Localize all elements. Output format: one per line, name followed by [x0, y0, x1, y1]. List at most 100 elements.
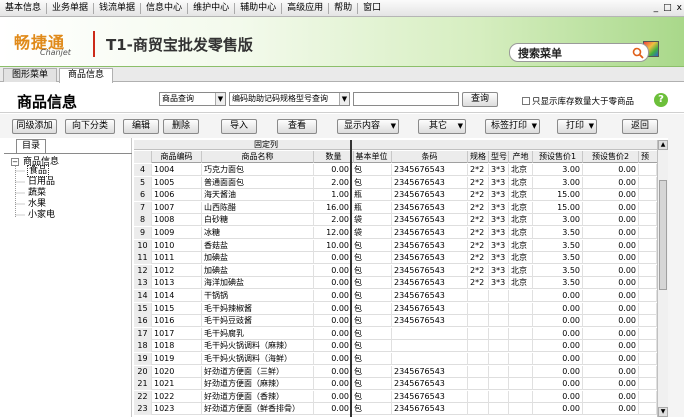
table-row[interactable]: 5 1005 普通面面包 2.00 包 2345676543 2*2 3*3 北京 3.00 0.0… — [134, 176, 657, 189]
label-print-button[interactable]: 标签打印 ▼ — [485, 119, 540, 134]
tree-item-vegetables[interactable]: 蔬菜 — [28, 188, 46, 199]
cell-code: 1009 — [152, 227, 202, 239]
add-peer-button[interactable]: 同级添加 — [12, 119, 57, 134]
cell-qty: 16.00 — [314, 201, 352, 214]
cell-p3 — [639, 390, 657, 403]
close-icon[interactable]: x — [677, 2, 682, 14]
cell-model: 3*3 — [489, 227, 509, 239]
table-row[interactable]: 6 1006 海天酱油 1.00 瓶 2345676543 2*2 3*3 北京 15.00 0.0… — [134, 189, 657, 202]
delete-button[interactable]: 删除 — [163, 119, 199, 134]
tab-product-info[interactable]: 商品信息 — [59, 68, 114, 83]
chevron-down-icon[interactable]: ▼ — [339, 93, 349, 105]
menu-basic-info[interactable]: 基本信息 — [0, 0, 46, 17]
view-button[interactable]: 查看 — [277, 119, 317, 134]
table-row[interactable]: 10 1010 香菇盐 10.00 包 2345676543 2*2 3*3 北京 3.50 0.0… — [134, 239, 657, 252]
dropdown-arrow-icon[interactable]: ▼ — [589, 120, 594, 133]
cell-name: 加碘盐 — [202, 264, 314, 277]
cell-code: 1014 — [152, 290, 202, 302]
query-mode-select[interactable]: 商品查询 ▼ — [159, 92, 226, 106]
cell-p1: 0.00 — [533, 365, 583, 378]
table-row[interactable]: 4 1004 巧克力面包 0.00 包 2345676543 2*2 3*3 北京 3.00 0.0… — [134, 164, 657, 176]
table-row[interactable]: 12 1012 加碘盐 0.00 包 2345676543 2*2 3*3 北京 3.50 0.00 — [134, 264, 657, 277]
menu-search-box[interactable]: 搜索菜单 — [509, 43, 649, 62]
menu-window[interactable]: 窗口 — [358, 0, 386, 17]
stock-filter-checkbox[interactable]: 只显示库存数量大于零商品 — [522, 95, 634, 107]
menu-cash-docs[interactable]: 钱流单据 — [94, 0, 140, 17]
header-barcode[interactable]: 条码 — [392, 151, 468, 163]
menu-maintenance[interactable]: 维护中心 — [188, 0, 234, 17]
grid-vertical-scrollbar[interactable]: ▲ ▼ — [657, 140, 668, 417]
menu-auxiliary[interactable]: 辅助中心 — [235, 0, 281, 17]
table-row[interactable]: 15 1015 毛干妈辣椒酱 0.00 包 2345676543 0.00 0.00 — [134, 302, 657, 315]
menu-advanced[interactable]: 高级应用 — [282, 0, 328, 17]
table-row[interactable]: 7 1007 山西陈醋 16.00 瓶 2345676543 2*2 3*3 北京 15.00 0.… — [134, 201, 657, 214]
header-unit[interactable]: 基本单位 — [352, 151, 392, 163]
header-origin[interactable]: 产地 — [509, 151, 533, 163]
fixed-column-divider[interactable] — [350, 140, 352, 417]
header-price3[interactable]: 预 — [639, 151, 657, 163]
cell-origin — [509, 390, 533, 403]
chevron-down-icon[interactable]: ▼ — [215, 93, 225, 105]
table-row[interactable]: 19 1019 毛干妈火锅调料（海鲜） 0.00 包 0.00 0.00 — [134, 353, 657, 365]
tab-graphic-menu[interactable]: 图形菜单 — [3, 68, 58, 82]
header-price2[interactable]: 预设售价2 — [583, 151, 639, 163]
tree-item-fruit[interactable]: 水果 — [28, 199, 46, 210]
cell-p3 — [639, 164, 657, 176]
table-row[interactable]: 11 1011 加碘盐 0.00 包 2345676543 2*2 3*3 北京 3.50 0.00 — [134, 252, 657, 265]
minimize-icon[interactable]: _ — [654, 2, 659, 14]
cell-barcode: 2345676543 — [392, 201, 468, 214]
cell-p3 — [639, 327, 657, 340]
scroll-thumb[interactable] — [659, 180, 667, 290]
tree-item-daily[interactable]: 日用品 — [28, 177, 55, 188]
checkbox-box[interactable] — [522, 97, 530, 105]
menu-business-docs[interactable]: 业务单据 — [47, 0, 93, 17]
table-row[interactable]: 23 1023 好劲道方便面（鲜香排骨） 0.00 包 2345676543 0.00 0.0… — [134, 403, 657, 416]
import-button[interactable]: 导入 — [221, 119, 257, 134]
table-row[interactable]: 22 1022 好劲道方便面（香辣） 0.00 包 2345676543 0.00 0.00 — [134, 390, 657, 403]
query-button[interactable]: 查询 — [462, 92, 498, 107]
header-qty[interactable]: 数量 — [314, 151, 354, 163]
search-icon[interactable] — [632, 47, 644, 59]
header-name[interactable]: 商品名称 — [202, 151, 314, 163]
dropdown-arrow-icon[interactable]: ▼ — [532, 120, 537, 133]
cell-spec — [468, 390, 489, 403]
dropdown-arrow-icon[interactable]: ▼ — [458, 120, 463, 133]
edit-button[interactable]: 编辑 — [123, 119, 159, 134]
print-button[interactable]: 打印 ▼ — [557, 119, 597, 134]
restore-icon[interactable]: □ — [663, 2, 672, 14]
table-row[interactable]: 16 1016 毛干妈豆豉酱 0.00 包 2345676543 0.00 0.00 — [134, 315, 657, 328]
table-row[interactable]: 8 1008 白砂糖 2.00 袋 2345676543 2*2 3*3 北京 3.00 0.00 — [134, 214, 657, 227]
cell-qty: 0.00 — [314, 252, 352, 265]
table-row[interactable]: 9 1009 冰糖 12.00 袋 2345676543 2*2 3*3 北京 3.50 0.00 — [134, 227, 657, 239]
tree-collapse-icon[interactable]: − — [11, 158, 19, 166]
display-content-button[interactable]: 显示内容 ▼ — [337, 119, 399, 134]
header-price1[interactable]: 预设售价1 — [533, 151, 583, 163]
scroll-up-icon[interactable]: ▲ — [658, 140, 668, 150]
header-spec[interactable]: 规格 — [468, 151, 489, 163]
tree-item-food[interactable]: 食品 — [27, 165, 50, 177]
filter-field-select[interactable]: 编码助助记码规格型号查询 ▼ — [229, 92, 350, 106]
cell-barcode: 2345676543 — [392, 378, 468, 391]
cell-p2: 0.00 — [583, 365, 639, 378]
catalog-tab[interactable]: 目录 — [16, 139, 47, 153]
back-button[interactable]: 返回 — [622, 119, 658, 134]
add-child-button[interactable]: 向下分类 — [65, 119, 115, 134]
header-model[interactable]: 型号 — [489, 151, 509, 163]
menu-help[interactable]: 帮助 — [329, 0, 357, 17]
tree-item-appliance[interactable]: 小家电 — [28, 210, 55, 221]
cell-p2: 0.00 — [583, 227, 639, 239]
query-input[interactable] — [353, 92, 459, 106]
menu-info-center[interactable]: 信息中心 — [141, 0, 187, 17]
other-button[interactable]: 其它 ▼ — [418, 119, 466, 134]
table-row[interactable]: 20 1020 好劲道方便面（三鲜） 0.00 包 2345676543 0.00 0.00 — [134, 365, 657, 378]
scroll-down-icon[interactable]: ▼ — [658, 407, 668, 417]
cell-barcode: 2345676543 — [392, 390, 468, 403]
table-row[interactable]: 14 1014 干锅锅 0.00 包 2345676543 0.00 0.00 — [134, 290, 657, 302]
dropdown-arrow-icon[interactable]: ▼ — [391, 120, 396, 133]
header-code[interactable]: 商品编码 — [152, 151, 202, 163]
table-row[interactable]: 21 1021 好劲道方便面（麻辣） 0.00 包 2345676543 0.00 0.00 — [134, 378, 657, 391]
table-row[interactable]: 17 1017 毛干妈腐乳 0.00 包 0.00 0.00 — [134, 327, 657, 340]
table-row[interactable]: 13 1013 海洋加碘盐 0.00 包 2345676543 2*2 3*3 北京 3.50 0.… — [134, 277, 657, 290]
table-row[interactable]: 18 1018 毛干妈火锅调料（麻辣） 0.00 包 0.00 0.00 — [134, 340, 657, 353]
help-icon[interactable]: ? — [654, 93, 668, 107]
